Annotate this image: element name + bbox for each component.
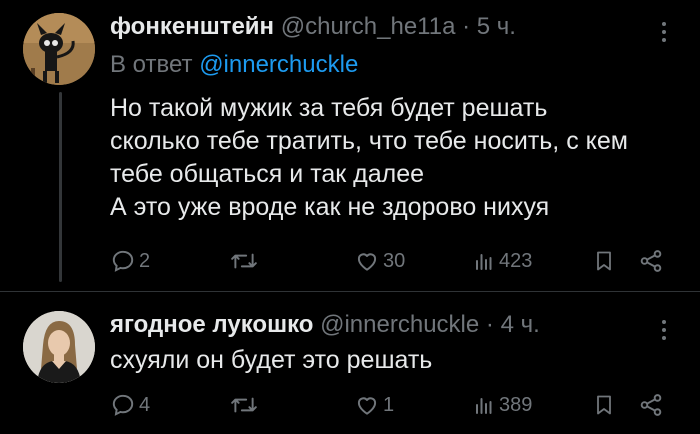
avatar[interactable] (23, 13, 95, 85)
reply-to-prefix: В ответ (110, 51, 193, 78)
more-options-button[interactable] (652, 18, 676, 46)
tweet-text-line: тебе общаться и так далее (110, 160, 425, 188)
timestamp[interactable]: 5 ч. (477, 13, 516, 40)
tweet-header: ягодное лукошко @innerchuckle · 4 ч. (110, 310, 540, 340)
comment-bubble-icon (112, 250, 134, 272)
heart-icon (357, 397, 377, 415)
reply-to-handle-link[interactable]: @innerchuckle (199, 51, 358, 78)
bookmark-icon (597, 395, 611, 415)
tweet-text: схуяли он будет это решать (110, 344, 432, 377)
reply-button[interactable]: 2 (110, 246, 150, 276)
bar-chart-icon (476, 398, 492, 414)
tweet-divider (0, 291, 700, 292)
views-count: 423 (499, 249, 533, 272)
avatar-image (23, 311, 95, 383)
display-name[interactable]: фонкенштейн (110, 13, 274, 40)
user-handle[interactable]: @innerchuckle (320, 311, 479, 338)
bar-chart-icon (476, 254, 492, 270)
share-icon (640, 250, 662, 272)
display-name[interactable]: ягодное лукошко (110, 311, 313, 338)
share-button[interactable] (638, 246, 664, 276)
like-button[interactable]: 1 (354, 390, 394, 420)
share-button[interactable] (638, 390, 664, 420)
retweet-icon (231, 397, 257, 413)
heart-icon (357, 253, 377, 271)
share-icon (640, 394, 662, 416)
avatar[interactable] (23, 311, 95, 383)
more-options-button[interactable] (652, 316, 676, 344)
tweet-text-line: сколько тебе тратить, что тебе носить, с… (110, 127, 628, 155)
bookmark-button[interactable] (592, 390, 616, 420)
more-dots-icon (662, 22, 666, 26)
tweet-text-line: Но такой мужик за тебя будет решать (110, 94, 548, 122)
views-button[interactable]: 423 (472, 246, 532, 276)
timestamp[interactable]: 4 ч. (501, 311, 540, 338)
retweet-button[interactable] (230, 246, 261, 276)
avatar-image (23, 13, 95, 85)
bookmark-icon (597, 251, 611, 271)
tweet-actions: 2 30 423 (110, 246, 680, 276)
retweet-button[interactable] (230, 390, 261, 420)
tweet-text: Но такой мужик за тебя будет решать скол… (110, 92, 628, 224)
like-button[interactable]: 30 (354, 246, 405, 276)
tweet[interactable]: фонкенштейн @church_he11a · 5 ч. В ответ… (0, 0, 700, 290)
tweet-actions: 4 1 389 (110, 390, 680, 420)
views-button[interactable]: 389 (472, 390, 532, 420)
comment-bubble-icon (112, 394, 134, 416)
user-handle[interactable]: @church_he11a (281, 13, 456, 40)
tweet[interactable]: ягодное лукошко @innerchuckle · 4 ч. сху… (0, 300, 700, 434)
separator-dot: · (485, 311, 494, 338)
tweet-header: фонкенштейн @church_he11a · 5 ч. (110, 12, 516, 42)
reply-count: 4 (139, 393, 151, 416)
reply-count: 2 (139, 249, 151, 272)
retweet-icon (231, 253, 257, 269)
bookmark-button[interactable] (592, 246, 616, 276)
reply-to-line: В ответ @innerchuckle (110, 50, 358, 80)
separator-dot: · (462, 13, 471, 40)
views-count: 389 (499, 393, 533, 416)
tweet-text-line: схуяли он будет это решать (110, 346, 433, 374)
like-count: 1 (383, 393, 395, 416)
like-count: 30 (383, 249, 406, 272)
reply-button[interactable]: 4 (110, 390, 150, 420)
more-dots-icon (662, 320, 666, 324)
tweet-text-line: А это уже вроде как не здорово нихуя (110, 193, 550, 221)
